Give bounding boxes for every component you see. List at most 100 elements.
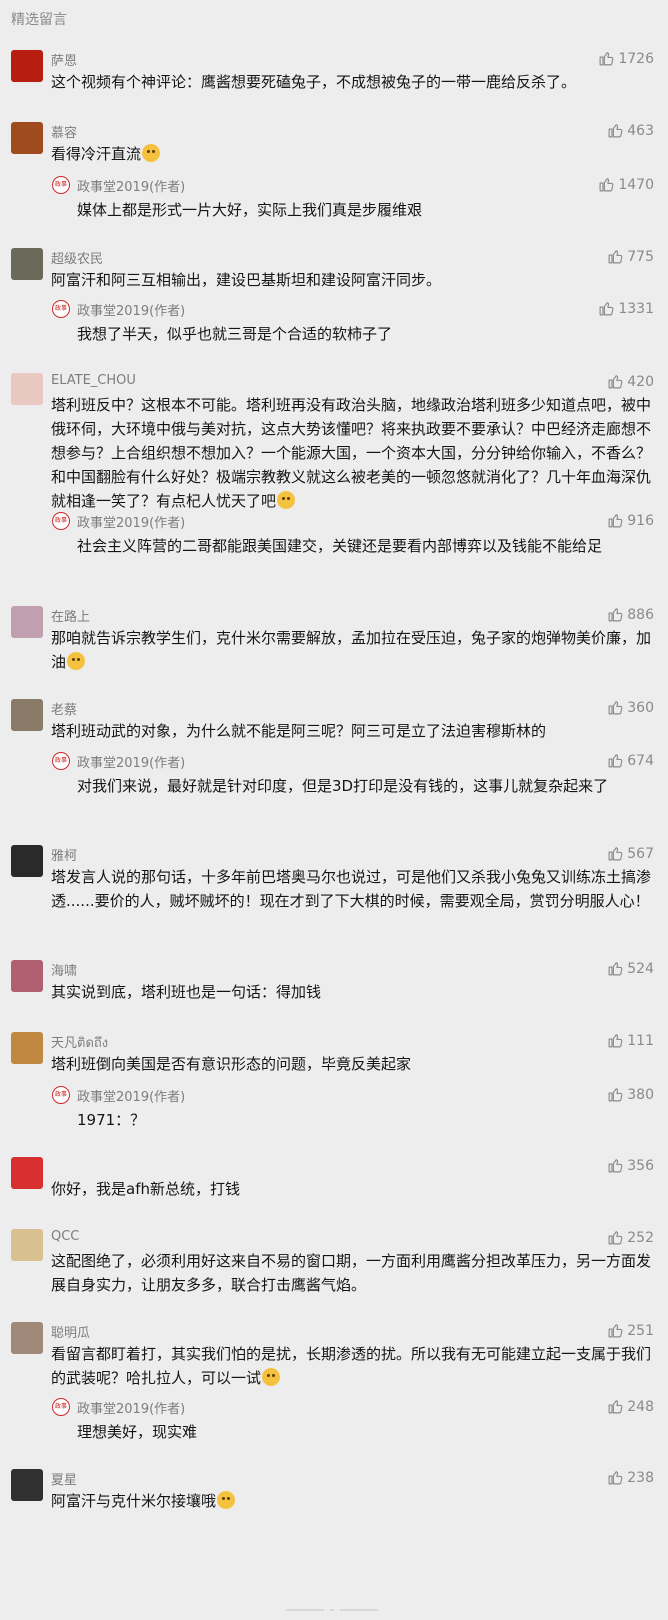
user-avatar[interactable] bbox=[11, 845, 43, 877]
like-count: 463 bbox=[627, 122, 654, 139]
author-reply-text: 社会主义阵营的二哥都能跟美国建交，关键还是要看内部博弈以及钱能不能给足 bbox=[77, 537, 603, 555]
comment-text: 其实说到底，塔利班也是一句话：得加钱 bbox=[51, 983, 322, 1001]
thumbs-up-icon bbox=[608, 847, 623, 861]
comment-username[interactable]: QCC bbox=[51, 1229, 79, 1244]
comment-text: 塔利班动武的对象，为什么就不能是阿三呢？阿三可是立了法迫害穆斯林的 bbox=[51, 722, 547, 740]
like-button[interactable]: 420 bbox=[607, 373, 654, 390]
like-button[interactable]: 111 bbox=[607, 1032, 654, 1049]
author-reply-text: 媒体上都是形式一片大好，实际上我们真是步履维艰 bbox=[77, 201, 423, 219]
thumbs-up-icon bbox=[608, 375, 623, 389]
like-button[interactable]: 360 bbox=[607, 699, 654, 716]
like-button[interactable]: 567 bbox=[607, 845, 654, 862]
like-count: 251 bbox=[627, 1322, 654, 1339]
user-avatar[interactable] bbox=[11, 606, 43, 638]
author-avatar[interactable]: 政事 bbox=[52, 512, 70, 530]
like-count: 674 bbox=[627, 752, 654, 769]
comment-text: 这配图绝了，必须利用好这来自不易的窗口期，一方面利用鹰酱分担改革压力，另一方面发… bbox=[51, 1252, 652, 1294]
like-count: 524 bbox=[627, 960, 654, 977]
emoji-icon bbox=[277, 491, 296, 509]
like-button[interactable]: 524 bbox=[607, 960, 654, 977]
reply-like-button[interactable]: 380 bbox=[607, 1086, 654, 1103]
author-reply-text: 对我们来说，最好就是针对印度，但是3D打印是没有钱的，这事儿就复杂起来了 bbox=[77, 777, 609, 795]
user-avatar[interactable] bbox=[11, 1157, 43, 1189]
like-button[interactable]: 356 bbox=[607, 1157, 654, 1174]
reply-like-button[interactable]: 674 bbox=[607, 752, 654, 769]
comment-text: 塔利班倒向美国是否有意识形态的问题，毕竟反美起家 bbox=[51, 1055, 412, 1073]
comment-username[interactable]: 萨恩 bbox=[51, 50, 77, 69]
comment-username[interactable]: 在路上 bbox=[51, 606, 90, 625]
user-avatar[interactable] bbox=[11, 122, 43, 154]
user-avatar[interactable] bbox=[11, 1032, 43, 1064]
thumbs-up-icon bbox=[608, 1034, 623, 1048]
comment-text: 塔利班反中？这根本不可能。塔利班再没有政治头脑，地缘政治塔利班多少知道点吧，被中… bbox=[51, 396, 652, 510]
user-avatar[interactable] bbox=[11, 699, 43, 731]
thumbs-up-icon bbox=[608, 514, 623, 528]
reply-like-button[interactable]: 916 bbox=[607, 512, 654, 529]
author-reply-text: 1971：？ bbox=[77, 1111, 146, 1129]
like-count: 380 bbox=[627, 1086, 654, 1103]
like-button[interactable]: 238 bbox=[607, 1469, 654, 1486]
like-count: 1470 bbox=[618, 176, 654, 193]
like-button[interactable]: 252 bbox=[607, 1229, 654, 1246]
like-count: 238 bbox=[627, 1469, 654, 1486]
like-count: 252 bbox=[627, 1229, 654, 1246]
reply-like-button[interactable]: 1470 bbox=[598, 176, 654, 193]
reply-like-button[interactable]: 1331 bbox=[598, 300, 654, 317]
comment-username[interactable]: 海啸 bbox=[51, 960, 77, 979]
comment-text: 这个视频有个神评论：鹰酱想要死磕兔子，不成想被兔子的一带一鹿给反杀了。 bbox=[51, 73, 577, 91]
comment-username[interactable]: 夏星 bbox=[51, 1469, 77, 1488]
thumbs-up-icon bbox=[608, 1159, 623, 1173]
thumbs-up-icon bbox=[608, 1088, 623, 1102]
like-button[interactable]: 775 bbox=[607, 248, 654, 265]
comment-username[interactable]: 天凡ติดถึง bbox=[51, 1032, 108, 1053]
thumbs-up-icon bbox=[608, 1231, 623, 1245]
author-avatar[interactable]: 政事 bbox=[52, 1398, 70, 1416]
comment-text: 你好，我是afh新总统，打钱 bbox=[51, 1180, 240, 1198]
like-button[interactable]: 251 bbox=[607, 1322, 654, 1339]
emoji-icon bbox=[142, 144, 161, 162]
comment-username[interactable]: ELATE_CHOU bbox=[51, 373, 136, 388]
like-button[interactable]: 463 bbox=[607, 122, 654, 139]
user-avatar[interactable] bbox=[11, 960, 43, 992]
like-button[interactable]: 1726 bbox=[598, 50, 654, 67]
author-avatar[interactable]: 政事 bbox=[52, 176, 70, 194]
user-avatar[interactable] bbox=[11, 50, 43, 82]
thumbs-up-icon bbox=[608, 1471, 623, 1485]
thumbs-up-icon bbox=[608, 754, 623, 768]
thumbs-up-icon bbox=[608, 250, 623, 264]
like-count: 356 bbox=[627, 1157, 654, 1174]
thumbs-up-icon bbox=[599, 302, 614, 316]
like-count: 916 bbox=[627, 512, 654, 529]
author-avatar[interactable]: 政事 bbox=[52, 1086, 70, 1104]
user-avatar[interactable] bbox=[11, 1469, 43, 1501]
comment-text: 那咱就告诉宗教学生们，克什米尔需要解放，孟加拉在受压迫，兔子家的炮弹物美价廉，加… bbox=[51, 629, 652, 671]
comment-text: 看留言都盯着打，其实我们怕的是扰，长期渗透的扰。所以我有无可能建立起一支属于我们… bbox=[51, 1345, 652, 1387]
user-avatar[interactable] bbox=[11, 1322, 43, 1354]
comment-text: 塔发言人说的那句话，十多年前巴塔奥马尔也说过，可是他们又杀我小兔兔又训练冻土搞渗… bbox=[51, 868, 652, 910]
author-avatar[interactable]: 政事 bbox=[52, 300, 70, 318]
like-button[interactable]: 886 bbox=[607, 606, 654, 623]
like-count: 1331 bbox=[618, 300, 654, 317]
comment-text: 阿富汗与克什米尔接壤哦 bbox=[51, 1489, 651, 1513]
like-count: 360 bbox=[627, 699, 654, 716]
author-avatar[interactable]: 政事 bbox=[52, 752, 70, 770]
comment-username[interactable]: 慕容 bbox=[51, 122, 77, 141]
emoji-icon bbox=[67, 652, 86, 670]
comment-username[interactable]: 聪明瓜 bbox=[51, 1322, 90, 1341]
thumbs-up-icon bbox=[608, 962, 623, 976]
thumbs-up-icon bbox=[608, 608, 623, 622]
comment-username[interactable]: 雅柯 bbox=[51, 845, 77, 864]
thumbs-up-icon bbox=[608, 701, 623, 715]
user-avatar[interactable] bbox=[11, 373, 43, 405]
like-count: 420 bbox=[627, 373, 654, 390]
section-title: 精选留言 bbox=[11, 12, 67, 28]
user-avatar[interactable] bbox=[11, 1229, 43, 1261]
author-reply-text: 我想了半天，似乎也就三哥是个合适的软柿子了 bbox=[77, 325, 393, 343]
reply-like-button[interactable]: 248 bbox=[607, 1398, 654, 1415]
author-reply-text: 理想美好，现实难 bbox=[77, 1423, 198, 1441]
emoji-icon bbox=[217, 1491, 236, 1509]
user-avatar[interactable] bbox=[11, 248, 43, 280]
like-count: 567 bbox=[627, 845, 654, 862]
comment-username[interactable]: 超级农民 bbox=[51, 248, 103, 267]
comment-username[interactable]: 老蔡 bbox=[51, 699, 77, 718]
